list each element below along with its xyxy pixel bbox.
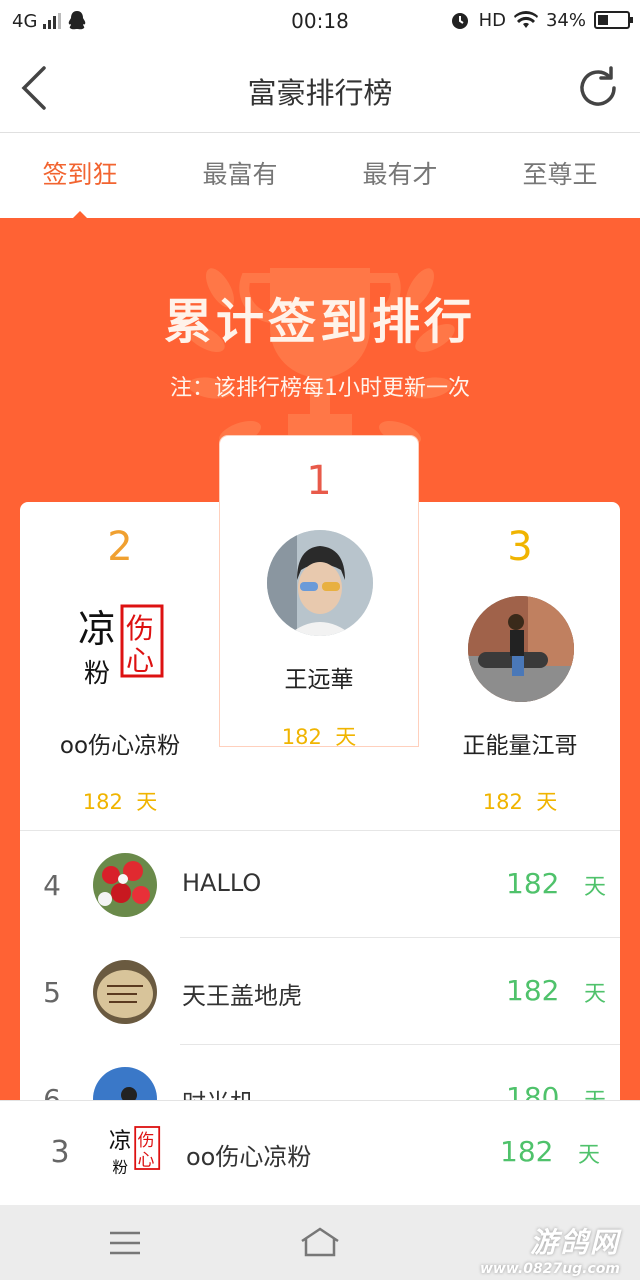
alarm-icon [451, 13, 468, 29]
tab-talented[interactable]: 最有才 [320, 133, 480, 219]
battery-icon [594, 11, 633, 29]
tab-richest[interactable]: 最富有 [160, 133, 320, 219]
days-second: 182 天 [20, 786, 220, 816]
refresh-button[interactable] [574, 64, 622, 112]
row-unit: 天 [584, 875, 607, 900]
tab-sign-in[interactable]: 签到狂 [0, 133, 160, 220]
watermark-line1: 游鸽网 [529, 1226, 620, 1259]
list-item[interactable]: 4 HALLO 182 天 [20, 831, 620, 937]
svg-text:粉: 粉 [112, 1159, 128, 1177]
list-item[interactable]: 6 时光机 180 天 [20, 1045, 620, 1108]
days-value: 182 [482, 790, 523, 814]
menu-icon[interactable] [108, 1229, 142, 1257]
tab-supreme[interactable]: 至尊王 [480, 133, 640, 219]
days-value: 182 [281, 725, 322, 749]
my-rank-bar[interactable]: 3 凉 伤 粉 心 oo伤心凉粉 182 天 [0, 1100, 640, 1205]
days-unit: 天 [536, 790, 558, 814]
page-title: 富豪排行榜 [247, 76, 393, 110]
list-item[interactable]: 5 天王盖地虎 182 天 [20, 938, 620, 1044]
avatar-third[interactable] [468, 596, 574, 702]
battery-percent: 34% [545, 9, 586, 31]
my-rank-number: 3 [50, 1135, 70, 1170]
hd-label: HD [478, 9, 506, 31]
status-bar: 4G 00:18 HD 34% [0, 0, 640, 44]
tab-bar: 签到狂 最富有 最有才 至尊王 [0, 133, 640, 220]
system-nav-bar: 游鸽网 www.0827ug.com [0, 1205, 640, 1280]
ranking-banner: 累计签到排行 注：该排行榜每1小时更新一次 2 凉 伤 粉 心 oo伤心凉粉 1… [0, 218, 640, 1108]
row-rank: 5 [43, 976, 61, 1009]
name-first: 王远華 [284, 667, 354, 693]
rank-1-number: 1 [306, 458, 332, 504]
calligraphy-avatar-icon: 凉 伤 粉 心 [78, 604, 164, 689]
days-value: 182 [82, 790, 123, 814]
status-right: HD 34% [449, 9, 633, 31]
rank-2-number: 2 [107, 524, 133, 570]
days-first: 182 天 [220, 721, 418, 751]
row-days: 182 [506, 867, 560, 900]
home-icon[interactable] [298, 1225, 342, 1259]
svg-text:心: 心 [138, 1149, 155, 1169]
row-name: 天王盖地虎 [182, 982, 302, 1010]
days-unit: 天 [136, 790, 158, 814]
calligraphy-avatar-icon: 凉 伤 粉 心 [109, 1126, 161, 1177]
svg-text:粉: 粉 [84, 659, 110, 689]
svg-text:凉: 凉 [78, 607, 116, 651]
avatar-second[interactable]: 凉 伤 粉 心 [70, 596, 170, 696]
days-third: 182 天 [420, 786, 620, 816]
my-days: 182 [500, 1135, 554, 1168]
avatar-first[interactable] [267, 530, 373, 636]
person-cannon-avatar-icon [468, 596, 574, 702]
ranking-title: 累计签到排行 [163, 294, 476, 350]
person-sunglasses-avatar-icon [267, 530, 373, 636]
svg-text:心: 心 [126, 644, 154, 677]
row-rank: 4 [43, 869, 61, 902]
svg-text:伤: 伤 [126, 612, 154, 645]
watermark-line2: www.0827ug.com [480, 1261, 620, 1277]
name-second: oo伤心凉粉 [59, 733, 181, 759]
flowers-avatar-icon [93, 853, 157, 917]
wifi-icon [513, 11, 538, 28]
name-third: 正能量江哥 [462, 733, 578, 759]
my-avatar: 凉 伤 粉 心 [104, 1121, 164, 1181]
row-name: HALLO [182, 869, 262, 897]
my-days-unit: 天 [578, 1143, 601, 1168]
refresh-icon [580, 66, 616, 106]
watermark-logo: 游鸽网 www.0827ug.com [480, 1221, 620, 1277]
rank-3-number: 3 [507, 524, 533, 570]
svg-text:伤: 伤 [138, 1130, 155, 1150]
row-days: 182 [506, 974, 560, 1007]
stone-avatar-icon [93, 960, 157, 1024]
title-bar: 富豪排行榜 [0, 44, 640, 133]
days-unit: 天 [335, 725, 357, 749]
avatar-row-5 [93, 960, 157, 1024]
avatar-row-4 [93, 853, 157, 917]
my-name: oo伤心凉粉 [186, 1143, 312, 1171]
update-note: 注：该排行榜每1小时更新一次 [170, 376, 470, 401]
svg-text:凉: 凉 [109, 1129, 132, 1155]
row-unit: 天 [584, 982, 607, 1007]
